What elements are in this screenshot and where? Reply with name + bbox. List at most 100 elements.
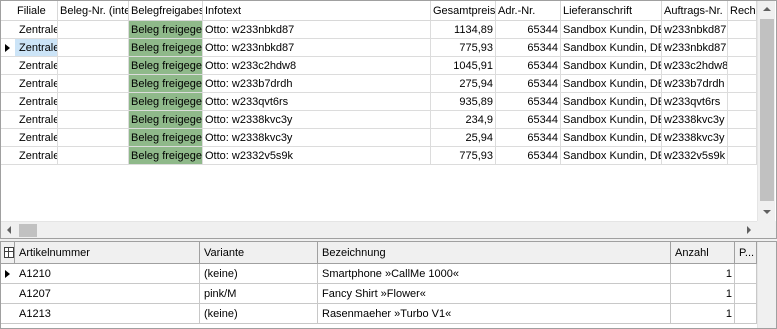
- cell-bezeichnung[interactable]: Smartphone »CallMe 1000«: [318, 264, 671, 283]
- status-badge[interactable]: Beleg freigegeben: [129, 129, 203, 146]
- cell-infotext[interactable]: Otto: w2338kvc3y: [203, 111, 431, 128]
- cell-lieferanschrift[interactable]: Sandbox Kundin, DE: [561, 111, 662, 128]
- cell-artikelnummer[interactable]: A1207: [15, 284, 200, 303]
- orders-horizontal-scrollbar[interactable]: [1, 221, 757, 238]
- table-row[interactable]: Zentrale Beleg freigegebenOtto: w233nbkd8…: [1, 21, 757, 39]
- cell-bezeichnung[interactable]: Fancy Shirt »Flower«: [318, 284, 671, 303]
- table-row[interactable]: Zentrale Beleg freigegebenOtto: w233b7drd…: [1, 75, 757, 93]
- table-row[interactable]: Zentrale Beleg freigegebenOtto: w233c2hdw…: [1, 57, 757, 75]
- cell-infotext[interactable]: Otto: w233nbkd87: [203, 39, 431, 56]
- cell-beleg-nr[interactable]: [58, 21, 129, 38]
- cell-rech[interactable]: [728, 111, 757, 128]
- cell-adr-nr[interactable]: 65344: [496, 57, 561, 74]
- table-row[interactable]: A1210 (keine) Smartphone »CallMe 1000« 1: [1, 264, 757, 284]
- cell-adr-nr[interactable]: 65344: [496, 75, 561, 92]
- cell-lieferanschrift[interactable]: Sandbox Kundin, DE: [561, 57, 662, 74]
- cell-lieferanschrift[interactable]: Sandbox Kundin, DE: [561, 21, 662, 38]
- cell-infotext[interactable]: Otto: w2338kvc3y: [203, 129, 431, 146]
- status-badge[interactable]: Beleg freigegeben: [129, 39, 203, 56]
- cell-beleg-nr[interactable]: [58, 111, 129, 128]
- col-header-beleg-nr[interactable]: Beleg-Nr. (interne): [58, 1, 129, 20]
- row-indicator[interactable]: [1, 304, 15, 324]
- cell-filiale[interactable]: Zentrale: [15, 93, 58, 110]
- cell-rech[interactable]: [728, 129, 757, 146]
- col-header-artikelnummer[interactable]: Artikelnummer: [15, 242, 200, 263]
- table-row[interactable]: A1207 pink/M Fancy Shirt »Flower« 1: [1, 284, 757, 304]
- horizontal-scroll-thumb[interactable]: [19, 224, 37, 237]
- cell-adr-nr[interactable]: 65344: [496, 129, 561, 146]
- table-row[interactable]: Zentrale Beleg freigegebenOtto: w2332v5s9…: [1, 147, 757, 165]
- scroll-up-button[interactable]: [758, 1, 776, 18]
- cell-gesamtpreis[interactable]: 775,93: [431, 147, 496, 164]
- cell-auftrags-nr[interactable]: w233nbkd87: [662, 21, 728, 38]
- cell-beleg-nr[interactable]: [58, 75, 129, 92]
- col-header-belegfreigabestatus[interactable]: Belegfreigabestatus: [129, 1, 203, 20]
- status-badge[interactable]: Beleg freigegeben: [129, 93, 203, 110]
- status-badge[interactable]: Beleg freigegeben: [129, 21, 203, 38]
- cell-beleg-nr[interactable]: [58, 129, 129, 146]
- cell-beleg-nr[interactable]: [58, 93, 129, 110]
- table-row[interactable]: A1213 (keine) Rasenmaeher »Turbo V1« 1: [1, 304, 757, 324]
- cell-adr-nr[interactable]: 65344: [496, 21, 561, 38]
- row-indicator[interactable]: [1, 57, 15, 75]
- cell-filiale[interactable]: Zentrale: [15, 129, 58, 146]
- cell-auftrags-nr[interactable]: w233nbkd87: [662, 39, 728, 56]
- row-indicator[interactable]: [1, 111, 15, 129]
- scroll-left-button[interactable]: [1, 222, 18, 239]
- cell-p[interactable]: [735, 284, 757, 303]
- cell-infotext[interactable]: Otto: w2332v5s9k: [203, 147, 431, 164]
- cell-filiale[interactable]: Zentrale: [15, 75, 58, 92]
- cell-auftrags-nr[interactable]: w233qvt6rs: [662, 93, 728, 110]
- cell-lieferanschrift[interactable]: Sandbox Kundin, DE: [561, 129, 662, 146]
- cell-lieferanschrift[interactable]: Sandbox Kundin, DE: [561, 75, 662, 92]
- cell-gesamtpreis[interactable]: 25,94: [431, 129, 496, 146]
- cell-rech[interactable]: [728, 75, 757, 92]
- cell-rech[interactable]: [728, 57, 757, 74]
- status-badge[interactable]: Beleg freigegeben: [129, 57, 203, 74]
- cell-beleg-nr[interactable]: [58, 39, 129, 56]
- orders-vertical-scrollbar[interactable]: [757, 1, 775, 221]
- scroll-thumb[interactable]: [760, 19, 774, 201]
- row-indicator[interactable]: [1, 284, 15, 304]
- cell-filiale[interactable]: Zentrale: [15, 147, 58, 164]
- cell-lieferanschrift[interactable]: Sandbox Kundin, DE: [561, 93, 662, 110]
- cell-adr-nr[interactable]: 65344: [496, 93, 561, 110]
- cell-rech[interactable]: [728, 93, 757, 110]
- col-header-p[interactable]: P...: [735, 242, 757, 263]
- row-indicator[interactable]: [1, 21, 15, 39]
- cell-auftrags-nr[interactable]: w233b7drdh: [662, 75, 728, 92]
- cell-artikelnummer[interactable]: A1213: [15, 304, 200, 323]
- items-vertical-scrollbar[interactable]: [757, 242, 776, 328]
- cell-adr-nr[interactable]: 65344: [496, 111, 561, 128]
- cell-rech[interactable]: [728, 21, 757, 38]
- cell-bezeichnung[interactable]: Rasenmaeher »Turbo V1«: [318, 304, 671, 323]
- cell-auftrags-nr[interactable]: w2338kvc3y: [662, 129, 728, 146]
- status-badge[interactable]: Beleg freigegeben: [129, 111, 203, 128]
- cell-auftrags-nr[interactable]: w233c2hdw8: [662, 57, 728, 74]
- cell-infotext[interactable]: Otto: w233b7drdh: [203, 75, 431, 92]
- table-row[interactable]: Zentrale Beleg freigegebenOtto: w233nbkd8…: [1, 39, 757, 57]
- cell-variante[interactable]: pink/M: [200, 284, 318, 303]
- cell-filiale[interactable]: Zentrale: [15, 39, 58, 56]
- col-header-auftrags-nr[interactable]: Auftrags-Nr.: [662, 1, 728, 20]
- cell-lieferanschrift[interactable]: Sandbox Kundin, DE: [561, 147, 662, 164]
- cell-infotext[interactable]: Otto: w233qvt6rs: [203, 93, 431, 110]
- row-indicator[interactable]: [1, 75, 15, 93]
- row-indicator[interactable]: [1, 129, 15, 147]
- cell-adr-nr[interactable]: 65344: [496, 147, 561, 164]
- row-indicator[interactable]: [1, 147, 15, 165]
- cell-gesamtpreis[interactable]: 775,93: [431, 39, 496, 56]
- cell-filiale[interactable]: Zentrale: [15, 57, 58, 74]
- row-indicator-arrow-icon[interactable]: [1, 264, 15, 284]
- cell-rech[interactable]: [728, 39, 757, 56]
- cell-infotext[interactable]: Otto: w233nbkd87: [203, 21, 431, 38]
- cell-adr-nr[interactable]: 65344: [496, 39, 561, 56]
- cell-beleg-nr[interactable]: [58, 57, 129, 74]
- col-header-gesamtpreis[interactable]: Gesamtpreis: [431, 1, 496, 20]
- cell-gesamtpreis[interactable]: 935,89: [431, 93, 496, 110]
- cell-gesamtpreis[interactable]: 1134,89: [431, 21, 496, 38]
- col-header-infotext[interactable]: Infotext: [203, 1, 431, 20]
- cell-variante[interactable]: (keine): [200, 264, 318, 283]
- cell-gesamtpreis[interactable]: 1045,91: [431, 57, 496, 74]
- col-header-anzahl[interactable]: Anzahl: [671, 242, 735, 263]
